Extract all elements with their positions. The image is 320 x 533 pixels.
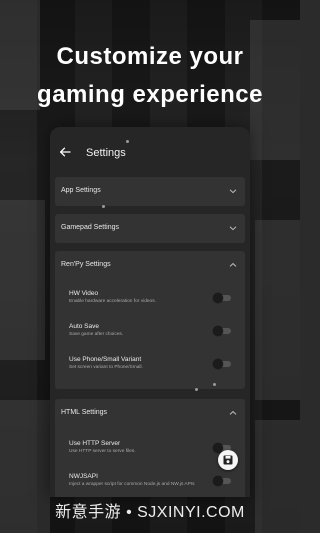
headline-line-1: Customize your: [56, 43, 244, 70]
phone-variant-toggle[interactable]: [213, 359, 231, 369]
setting-phone-variant[interactable]: Use Phone/Small Variant Set screen varia…: [55, 352, 245, 385]
headline-line-2: gaming experience: [37, 81, 263, 108]
save-icon: [223, 455, 233, 465]
section-header[interactable]: Ren'Py Settings: [55, 251, 245, 280]
setting-nwjsapi[interactable]: NWJSAPI Inject a wrapper script for comm…: [55, 469, 245, 497]
back-button[interactable]: [58, 145, 72, 159]
section-title: App Settings: [61, 187, 101, 194]
arrow-left-icon: [59, 147, 71, 157]
decorative-dot: [126, 140, 129, 143]
setting-http-server[interactable]: Use HTTP Server Use HTTP server to serve…: [55, 436, 245, 469]
section-header[interactable]: HTML Settings: [55, 399, 245, 428]
setting-description: Inject a wrapper script for common Node.…: [69, 482, 195, 487]
section-header[interactable]: App Settings: [55, 177, 245, 206]
decorative-dot: [213, 383, 216, 386]
decorative-dot: [102, 205, 105, 208]
section-header[interactable]: Gamepad Settings: [55, 214, 245, 243]
section-title: Ren'Py Settings: [61, 261, 111, 268]
background-tile: [0, 200, 45, 360]
setting-title: Use HTTP Server: [69, 440, 121, 447]
section-app-settings[interactable]: App Settings: [55, 177, 245, 206]
hw-video-toggle[interactable]: [213, 293, 231, 303]
save-fab[interactable]: [218, 450, 238, 470]
setting-title: HW Video: [69, 290, 99, 297]
setting-description: Use HTTP server to serve files.: [69, 449, 136, 454]
chevron-up-icon: [229, 262, 237, 267]
setting-auto-save[interactable]: Auto Save Save game after choices.: [55, 319, 245, 352]
setting-description: Enable hardware acceleration for videos.: [69, 299, 156, 304]
section-title: Gamepad Settings: [61, 224, 119, 231]
setting-title: Auto Save: [69, 323, 99, 330]
toggle-knob: [213, 326, 223, 336]
toggle-knob: [213, 359, 223, 369]
background-tile: [255, 220, 300, 400]
setting-description: Save game after choices.: [69, 332, 124, 337]
screen-title: Settings: [86, 147, 126, 159]
toggle-knob: [213, 293, 223, 303]
watermark: 新意手游 • SJXINYI.COM: [55, 504, 245, 521]
setting-description: Set screen variant to Phone/Small.: [69, 365, 143, 370]
auto-save-toggle[interactable]: [213, 326, 231, 336]
section-renpy-settings: Ren'Py Settings HW Video Enable hardware…: [55, 251, 245, 389]
chevron-down-icon: [229, 189, 237, 194]
section-html-settings: HTML Settings Use HTTP Server Use HTTP s…: [55, 399, 245, 497]
setting-title: Use Phone/Small Variant: [69, 356, 142, 363]
setting-title: NWJSAPI: [69, 473, 98, 480]
headline: Customize your gaming experience: [0, 38, 300, 114]
setting-hw-video[interactable]: HW Video Enable hardware acceleration fo…: [55, 286, 245, 319]
settings-screen: Settings App Settings Gamepad Settings R…: [50, 127, 250, 497]
toggle-knob: [213, 476, 223, 486]
chevron-down-icon: [229, 226, 237, 231]
nwjsapi-toggle[interactable]: [213, 476, 231, 486]
chevron-up-icon: [229, 410, 237, 415]
section-title: HTML Settings: [61, 409, 108, 416]
decorative-dot: [195, 388, 198, 391]
section-gamepad-settings[interactable]: Gamepad Settings: [55, 214, 245, 243]
top-app-bar: Settings: [50, 127, 250, 177]
